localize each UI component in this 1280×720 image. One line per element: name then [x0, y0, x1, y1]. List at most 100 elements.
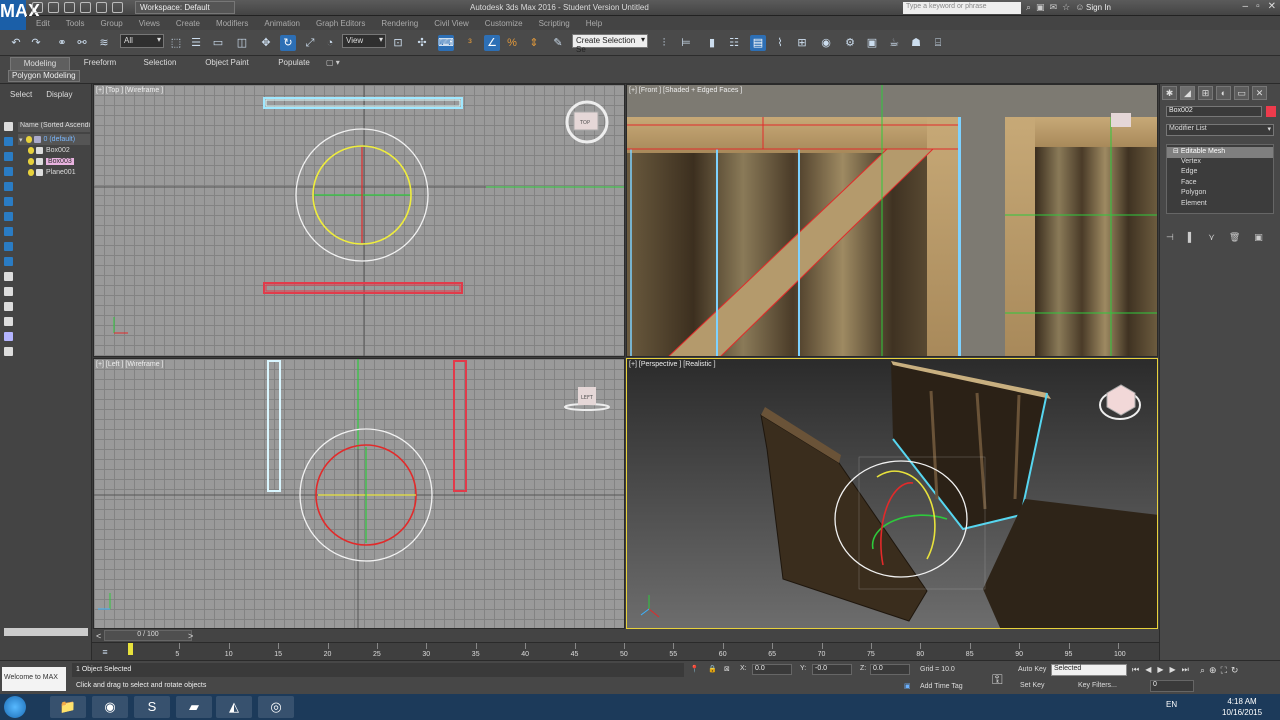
- display-hidden-icon[interactable]: [4, 302, 13, 311]
- modifier-list-dropdown[interactable]: Modifier List: [1166, 124, 1274, 136]
- layer-explorer-icon[interactable]: ▮: [704, 35, 720, 51]
- isolate-icon[interactable]: 📍: [690, 665, 699, 673]
- scene-explorer-select-menu[interactable]: Select: [10, 90, 32, 99]
- viewcube-icon[interactable]: [1099, 384, 1141, 420]
- windows-start-icon[interactable]: [4, 696, 26, 718]
- show-end-result-icon[interactable]: ▌: [1188, 232, 1194, 243]
- stack-item-polygon[interactable]: Polygon: [1167, 189, 1273, 200]
- tree-item-layer-default[interactable]: ▾ 0 (default): [18, 134, 90, 145]
- clock[interactable]: 4:18 AM 10/16/2015: [1222, 696, 1262, 718]
- time-slider-prev-icon[interactable]: <: [96, 631, 101, 641]
- pin-stack-icon[interactable]: ⊣: [1166, 232, 1174, 243]
- make-unique-icon[interactable]: ⋎: [1208, 232, 1215, 243]
- display-groups-icon[interactable]: [4, 227, 13, 236]
- edit-named-selections-icon[interactable]: ✎: [550, 35, 566, 51]
- menu-create[interactable]: Create: [176, 19, 200, 28]
- add-time-tag-button[interactable]: Add Time Tag: [920, 683, 963, 690]
- workspace-selector[interactable]: Workspace: Default: [135, 1, 235, 14]
- angle-snap-icon[interactable]: ∠: [484, 35, 500, 51]
- current-frame-field[interactable]: 0: [1150, 680, 1194, 692]
- render-iterative-icon[interactable]: ☗: [908, 35, 924, 51]
- reference-coordinate-dropdown[interactable]: View: [342, 34, 386, 48]
- display-lights-icon[interactable]: [4, 167, 13, 176]
- configure-sets-icon[interactable]: ▣: [1254, 232, 1263, 243]
- display-all-icon[interactable]: [4, 317, 13, 326]
- z-coordinate-field[interactable]: 0.0: [870, 664, 910, 675]
- time-tag-icon[interactable]: ▣: [904, 682, 911, 690]
- search-input[interactable]: Type a keyword or phrase: [903, 2, 1021, 14]
- select-object-icon[interactable]: ⬚: [168, 35, 184, 51]
- curve-editor-icon[interactable]: ⌇: [772, 35, 788, 51]
- menu-customize[interactable]: Customize: [485, 19, 523, 28]
- next-frame-icon[interactable]: ▶: [1170, 665, 1176, 675]
- 3dsmax-taskbar-icon[interactable]: ◭: [216, 696, 252, 718]
- graphite-ribbon-icon[interactable]: ▤: [750, 35, 766, 51]
- pivot-center-icon[interactable]: ⊡: [390, 35, 406, 51]
- ribbon-panel-polygon-modeling[interactable]: Polygon Modeling: [8, 70, 80, 82]
- maxscript-listener[interactable]: Welcome to MAX: [2, 667, 66, 691]
- scene-explorer-scrollbar[interactable]: [4, 628, 88, 636]
- ribbon-tab-selection[interactable]: Selection: [130, 57, 190, 70]
- app-icon[interactable]: ▰: [176, 696, 212, 718]
- save-file-icon[interactable]: [64, 2, 75, 13]
- manipulate-icon[interactable]: ✣: [414, 35, 430, 51]
- open-file-icon[interactable]: [48, 2, 59, 13]
- stack-item-face[interactable]: Face: [1167, 179, 1273, 190]
- display-geometry-icon[interactable]: [4, 137, 13, 146]
- subscription-icon[interactable]: ▣: [1036, 2, 1045, 13]
- render-setup-icon[interactable]: ⚙: [842, 35, 858, 51]
- set-key-mode-icon[interactable]: ⚿: [992, 671, 1003, 688]
- zoom-icon[interactable]: ⌕: [1200, 665, 1205, 676]
- rotate-icon[interactable]: ↻: [280, 35, 296, 51]
- window-crossing-icon[interactable]: ◫: [234, 35, 250, 51]
- orbit-icon[interactable]: ↻: [1231, 665, 1239, 676]
- place-icon[interactable]: ◔: [322, 35, 338, 51]
- link-icon[interactable]: ⚭: [54, 35, 70, 51]
- viewcube-icon[interactable]: LEFT: [564, 387, 610, 411]
- viewport-label[interactable]: [+] [Top ] [Wireframe ]: [96, 87, 163, 94]
- move-icon[interactable]: ✥: [258, 35, 274, 51]
- display-containers-icon[interactable]: [4, 272, 13, 281]
- time-slider-next-icon[interactable]: >: [188, 631, 193, 641]
- selection-set-dropdown[interactable]: Selected: [1051, 664, 1127, 676]
- display-tab-icon[interactable]: ▭: [1234, 86, 1249, 100]
- redo-icon[interactable]: [96, 2, 107, 13]
- render-icon[interactable]: ☕: [886, 35, 902, 51]
- display-helpers-icon[interactable]: [4, 197, 13, 206]
- filter-icon[interactable]: [4, 332, 13, 341]
- motion-tab-icon[interactable]: ◐: [1216, 86, 1231, 100]
- tree-expand-icon[interactable]: ▾: [19, 136, 23, 144]
- obs-icon[interactable]: ◎: [258, 696, 294, 718]
- viewcube-icon[interactable]: [1111, 113, 1131, 127]
- menu-group[interactable]: Group: [100, 19, 122, 28]
- viewport-top[interactable]: [+] [Top ] [Wireframe ] TOP: [93, 84, 625, 357]
- go-to-start-icon[interactable]: ⏮: [1132, 665, 1139, 675]
- render-online-icon[interactable]: ⌸: [930, 35, 946, 51]
- file-explorer-icon[interactable]: 📁: [50, 696, 86, 718]
- tree-item-box003[interactable]: Box003: [18, 156, 90, 167]
- undo-icon[interactable]: [80, 2, 91, 13]
- viewport-left[interactable]: [+] [Left ] [Wireframe ] LEFT: [93, 358, 625, 629]
- stack-item-edge[interactable]: Edge: [1167, 168, 1273, 179]
- display-bones-icon[interactable]: [4, 257, 13, 266]
- bulb-icon[interactable]: [28, 147, 34, 154]
- bulb-icon[interactable]: [25, 136, 32, 143]
- menu-tools[interactable]: Tools: [66, 19, 85, 28]
- rectangular-selection-icon[interactable]: ▭: [210, 35, 226, 51]
- ribbon-tab-object-paint[interactable]: Object Paint: [190, 57, 264, 70]
- chrome-icon[interactable]: ◉: [92, 696, 128, 718]
- named-selection-dropdown[interactable]: Create Selection Se: [572, 34, 648, 54]
- viewport-perspective[interactable]: [+] [Perspective ] [Realistic ]: [626, 358, 1158, 629]
- select-by-name-icon[interactable]: ☰: [188, 35, 204, 51]
- tree-item-plane001[interactable]: Plane001: [18, 167, 90, 178]
- menu-rendering[interactable]: Rendering: [381, 19, 418, 28]
- unlink-icon[interactable]: ⚯: [74, 35, 90, 51]
- undo-icon[interactable]: ↶: [8, 35, 24, 51]
- zoom-all-icon[interactable]: ⊕: [1209, 665, 1217, 676]
- menu-edit[interactable]: Edit: [36, 19, 50, 28]
- bind-spacewarp-icon[interactable]: ≋: [96, 35, 112, 51]
- utilities-tab-icon[interactable]: ✕: [1252, 86, 1267, 100]
- stack-item-element[interactable]: Element: [1167, 200, 1273, 211]
- go-to-end-icon[interactable]: ⏭: [1182, 665, 1189, 675]
- display-frozen-icon[interactable]: [4, 287, 13, 296]
